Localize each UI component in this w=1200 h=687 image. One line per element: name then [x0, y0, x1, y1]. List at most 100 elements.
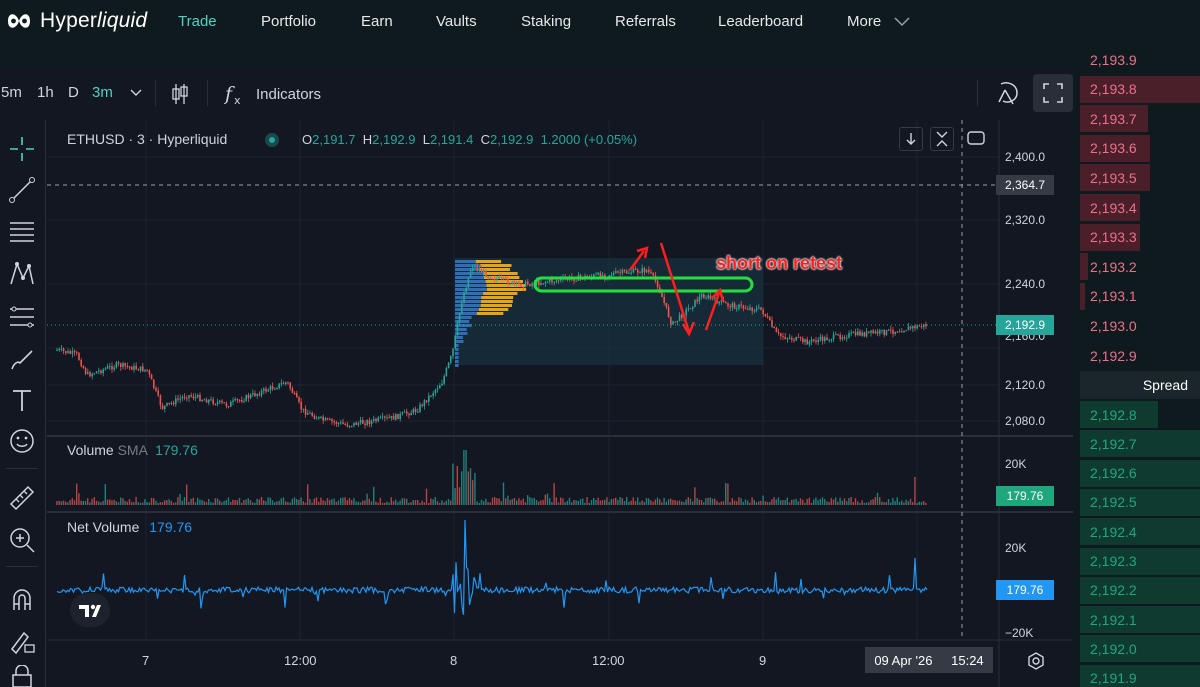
- candle-body: [443, 375, 445, 384]
- maximize-pane-button[interactable]: [965, 127, 989, 151]
- symbol-title[interactable]: ETHUSD · 3 · Hyperliquid: [67, 131, 227, 147]
- ask-row[interactable]: 2,193.1: [1076, 282, 1200, 311]
- annotation-text[interactable]: short on retest: [716, 253, 842, 274]
- volume-bar: [144, 499, 146, 505]
- candle-body: [82, 366, 85, 369]
- ask-row[interactable]: 2,193.5: [1076, 163, 1200, 192]
- ask-row[interactable]: 2,193.7: [1076, 104, 1200, 133]
- ask-row[interactable]: 2,193.0: [1076, 311, 1200, 340]
- candle-body: [62, 348, 65, 352]
- bid-row[interactable]: 2,191.9: [1076, 664, 1200, 687]
- ask-row[interactable]: 2,192.9: [1076, 341, 1200, 370]
- volume-bar: [150, 497, 153, 505]
- candle-body: [511, 281, 514, 285]
- volume-profile-bar: [478, 308, 509, 311]
- bid-row[interactable]: 2,192.7: [1076, 429, 1200, 458]
- nav-portfolio[interactable]: Portfolio: [261, 13, 316, 30]
- volume-bar: [159, 502, 161, 505]
- text-tool[interactable]: [6, 384, 38, 416]
- volume-bar: [472, 480, 474, 505]
- nav-more[interactable]: More: [847, 13, 881, 30]
- ask-row[interactable]: 2,193.9: [1076, 45, 1200, 74]
- volume-bar: [903, 502, 905, 505]
- volume-bar: [725, 483, 727, 505]
- text-icon: [13, 390, 31, 411]
- lock-drawing-tool[interactable]: [6, 625, 38, 657]
- net-volume-legend[interactable]: Net Volume 179.76: [67, 519, 192, 535]
- nav-trade[interactable]: Trade: [178, 13, 217, 30]
- candle-body: [707, 295, 709, 299]
- nav-leaderboard[interactable]: Leaderboard: [718, 13, 803, 30]
- volume-profile-bar: [455, 272, 484, 275]
- volume-bar: [98, 501, 100, 505]
- trendline-tool[interactable]: [6, 174, 38, 206]
- bid-row[interactable]: 2,192.4: [1076, 517, 1200, 546]
- bid-row[interactable]: 2,192.6: [1076, 459, 1200, 488]
- ask-row[interactable]: 2,193.6: [1076, 134, 1200, 163]
- crosshair-tool[interactable]: [6, 133, 38, 165]
- zoom-tool[interactable]: [6, 524, 38, 556]
- volume-bar: [359, 502, 362, 505]
- fullscreen-button[interactable]: [1033, 74, 1073, 112]
- horizontal-lines-tool[interactable]: [6, 216, 38, 248]
- price-chart[interactable]: [47, 120, 1073, 687]
- volume-bar: [606, 497, 608, 505]
- candle-body: [672, 321, 674, 325]
- volume-bar: [630, 500, 632, 505]
- magnet-tool[interactable]: [6, 584, 38, 616]
- emoji-tool[interactable]: [6, 425, 38, 457]
- chart-settings-icon[interactable]: [1026, 651, 1046, 671]
- ask-row[interactable]: 2,193.4: [1076, 193, 1200, 222]
- bid-row[interactable]: 2,192.0: [1076, 634, 1200, 663]
- scroll-down-button[interactable]: [899, 127, 923, 151]
- candle-body: [513, 281, 516, 284]
- interval-chevron-icon[interactable]: [130, 89, 142, 97]
- bid-row[interactable]: 2,192.8: [1076, 400, 1200, 429]
- interval-5m[interactable]: 5m: [1, 84, 22, 101]
- candle-body: [395, 413, 397, 420]
- nav-referrals[interactable]: Referrals: [615, 13, 676, 30]
- candle-body: [643, 268, 646, 273]
- ruler-tool[interactable]: [6, 482, 38, 514]
- bid-row[interactable]: 2,192.1: [1076, 605, 1200, 634]
- zoom-in-icon: [10, 528, 35, 553]
- brush-tool[interactable]: [6, 343, 38, 375]
- volume-legend[interactable]: Volume SMA 179.76: [67, 442, 198, 458]
- ask-row[interactable]: 2,193.8: [1076, 75, 1200, 104]
- candle-body: [375, 418, 377, 422]
- tradingview-badge[interactable]: [70, 593, 110, 627]
- bid-row[interactable]: 2,192.2: [1076, 576, 1200, 605]
- ask-row[interactable]: 2,193.2: [1076, 252, 1200, 281]
- volume-bar: [256, 498, 258, 505]
- collapse-legend-button[interactable]: [930, 127, 954, 151]
- bid-row[interactable]: 2,192.5: [1076, 488, 1200, 517]
- volume-bar: [434, 497, 436, 505]
- chevron-down-icon[interactable]: [893, 16, 911, 28]
- fib-tool[interactable]: [6, 301, 38, 333]
- chart-area[interactable]: short on retest ETHUSD · 3 · Hyperliquid…: [47, 120, 1073, 687]
- volume-bar: [300, 497, 302, 505]
- nav-staking[interactable]: Staking: [521, 13, 571, 30]
- interval-1h[interactable]: 1h: [37, 84, 54, 101]
- candlestick-icon[interactable]: [170, 82, 190, 106]
- nav-vaults[interactable]: Vaults: [436, 13, 477, 30]
- candle-body: [172, 402, 175, 405]
- indicators-button[interactable]: fx Indicators: [224, 82, 321, 106]
- interval-d[interactable]: D: [68, 84, 79, 101]
- volume-bar: [161, 502, 164, 505]
- candle-body: [465, 287, 467, 294]
- replay-icon[interactable]: [995, 80, 1021, 106]
- volume-bar: [821, 497, 824, 505]
- nav-earn[interactable]: Earn: [361, 13, 393, 30]
- pattern-tool[interactable]: [6, 258, 38, 290]
- volume-bar: [832, 499, 835, 505]
- interval-3m[interactable]: 3m: [92, 84, 113, 101]
- logo[interactable]: Hyperliquid: [6, 9, 147, 33]
- order-book: 2,193.9 2,193.8 2,193.7 2,193.6 2,193.5 2,193…: [1076, 44, 1200, 687]
- volume-bar: [62, 500, 65, 505]
- ask-row[interactable]: 2,193.3: [1076, 223, 1200, 252]
- volume-bar: [758, 501, 760, 505]
- bid-row[interactable]: 2,192.3: [1076, 547, 1200, 576]
- candle-body: [819, 336, 822, 340]
- lock-tool[interactable]: [6, 664, 38, 687]
